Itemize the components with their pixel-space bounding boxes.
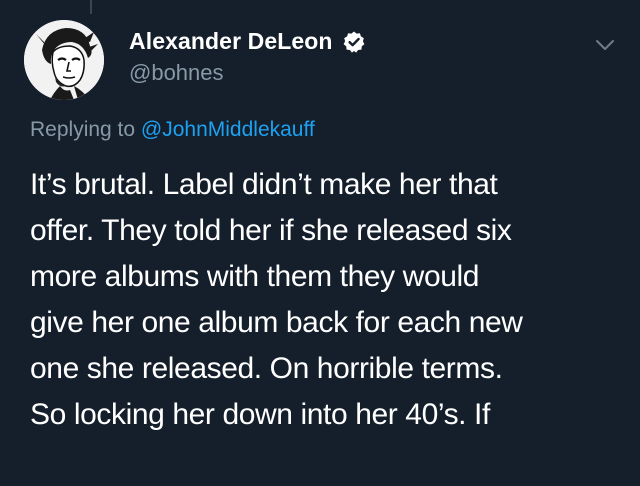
tweet-text-line: It’s brutal. Label didn’t make her that xyxy=(30,168,498,201)
tweet-text-line: So locking her down into her 40’s. If xyxy=(30,398,490,431)
author-name-row: Alexander DeLeon xyxy=(129,28,366,55)
author-handle[interactable]: @bohnes xyxy=(129,60,224,86)
avatar[interactable] xyxy=(24,20,104,100)
thread-connector-line xyxy=(90,0,92,14)
verified-badge-icon xyxy=(343,31,364,53)
tweet-text-line: one she released. On horrible terms. xyxy=(30,352,503,385)
replying-to: Replying to @JohnMiddlekauff xyxy=(30,118,315,142)
portrait-avatar-icon xyxy=(24,20,104,100)
tweet-text: It’s brutal. Label didn’t make her that … xyxy=(30,162,630,438)
replying-to-label: Replying to xyxy=(30,118,136,141)
chevron-down-icon[interactable] xyxy=(594,37,616,53)
tweet-text-line: give her one album back for each new xyxy=(30,306,523,339)
tweet-text-line: more albums with them they would xyxy=(30,260,480,293)
tweet-card: Alexander DeLeon @bohnes Replying to @Jo… xyxy=(0,0,640,486)
tweet-text-line: offer. They told her if she released six xyxy=(30,214,512,247)
replying-to-user-link[interactable]: @JohnMiddlekauff xyxy=(141,118,315,141)
author-display-name[interactable]: Alexander DeLeon xyxy=(129,28,333,55)
